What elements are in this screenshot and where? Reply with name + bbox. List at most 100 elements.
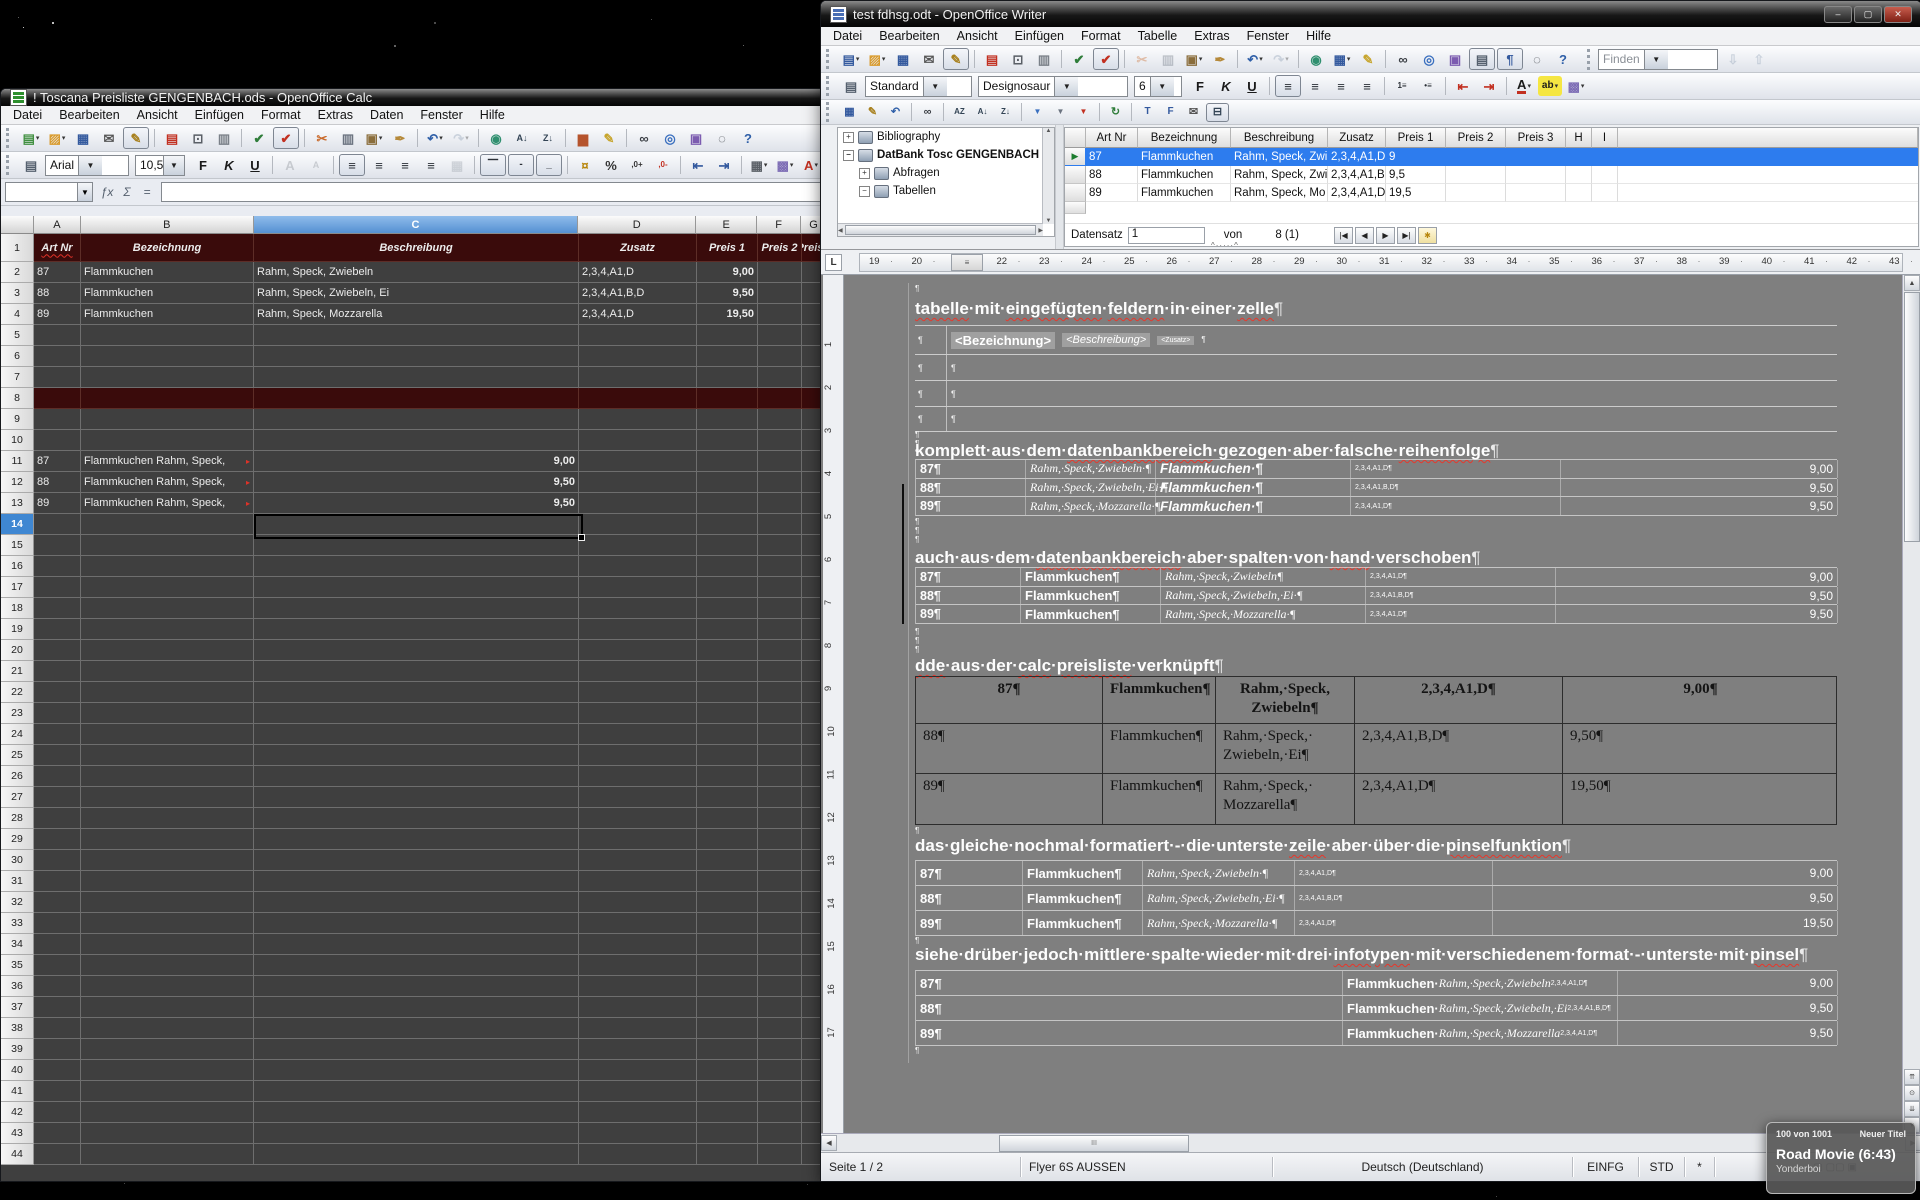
row-header-18[interactable]: 18 (1, 598, 34, 619)
cell[interactable] (697, 451, 758, 472)
cell[interactable] (758, 283, 802, 304)
find-record-icon[interactable]: ∞ (917, 104, 938, 121)
combo-arrow-icon[interactable]: ▼ (77, 183, 92, 201)
cell[interactable] (579, 325, 697, 346)
styles-icon[interactable]: ▤ (839, 76, 863, 96)
table-cell[interactable]: 89¶ (916, 605, 1021, 623)
bold-icon[interactable]: F (1188, 76, 1212, 96)
row-selector[interactable] (1065, 202, 1086, 214)
zoom-icon[interactable]: ◌ (1525, 49, 1549, 69)
table-cell[interactable]: Flammkuchen·Rahm,·Speck,·Zwiebeln2,3,4,A… (1343, 971, 1618, 995)
cell[interactable] (697, 409, 758, 430)
cell[interactable] (254, 556, 579, 577)
cell[interactable] (34, 997, 81, 1018)
tree-horizontal-scrollbar[interactable]: ◀▶ (838, 223, 1043, 236)
align-left-icon[interactable]: ≡ (339, 154, 365, 176)
cell[interactable] (579, 1060, 697, 1081)
cell[interactable] (81, 430, 254, 451)
grid-column-header[interactable]: Preis 3 (1506, 128, 1566, 148)
cell[interactable]: 88 (34, 472, 81, 493)
scroll-up-icon[interactable]: ▲ (1904, 275, 1920, 291)
number-format-percent-icon[interactable]: % (599, 155, 623, 175)
cell[interactable]: 9,00 (254, 451, 579, 472)
cell[interactable] (758, 934, 802, 955)
row-header-33[interactable]: 33 (1, 913, 34, 934)
table-cell[interactable]: Flammkuchen¶ (1021, 568, 1161, 586)
find-next-icon[interactable]: ⇩ (1721, 49, 1745, 69)
database-table[interactable]: 87¶Flammkuchen¶Rahm,·Speck,·Zwiebeln¶2,3… (915, 567, 1837, 624)
cell[interactable]: 9,50 (697, 283, 758, 304)
table-cell[interactable]: Flammkuchen·¶ (1156, 479, 1351, 497)
cell[interactable] (81, 976, 254, 997)
cell[interactable] (579, 808, 697, 829)
row-header-34[interactable]: 34 (1, 934, 34, 955)
cell[interactable]: 89 (34, 304, 81, 325)
cell[interactable] (254, 955, 579, 976)
find-replace-icon[interactable]: ∞ (1391, 49, 1415, 69)
formula-icon[interactable]: = (137, 183, 157, 201)
cell[interactable] (697, 808, 758, 829)
cell[interactable] (81, 661, 254, 682)
grid-row[interactable]: 88FlammkuchenRahm, Speck, Zwi2,3,4,A1,B,… (1065, 166, 1918, 184)
align-left-icon[interactable]: ≡ (1275, 75, 1301, 97)
row-selector[interactable]: ▶ (1065, 148, 1086, 166)
menu-extras[interactable]: Extras (1186, 27, 1237, 45)
background-color-icon[interactable]: ▩▾ (773, 155, 797, 175)
cell[interactable] (758, 1123, 802, 1144)
align-bottom-icon[interactable]: _ (536, 154, 562, 176)
next-page-icon[interactable]: ⇊ (1904, 1101, 1920, 1117)
tree-expander-icon[interactable]: − (859, 186, 870, 197)
previous-record-icon[interactable]: ◀ (1355, 227, 1374, 244)
table-cell[interactable]: Rahm,·Speck,·Zwiebeln,·Ei·¶ (1143, 886, 1295, 910)
column-header-F[interactable]: F (757, 216, 801, 234)
redo-icon[interactable]: ↷▾ (449, 128, 473, 148)
table-cell[interactable]: Rahm,·Speck,·Mozzarella·¶ (1026, 497, 1156, 515)
status-insert-mode[interactable]: EINFG (1573, 1157, 1639, 1177)
table-cell[interactable]: 2,3,4,A1,D¶ (1355, 677, 1563, 723)
cell[interactable] (34, 556, 81, 577)
open-icon[interactable]: ▨▾ (865, 49, 889, 69)
calc-titlebar[interactable]: ! Toscana Preisliste GENGENBACH.ods - Op… (1, 89, 827, 106)
cell[interactable] (579, 1144, 697, 1165)
cell[interactable] (697, 619, 758, 640)
cell[interactable]: Preis 2 (758, 234, 802, 262)
cell[interactable] (758, 493, 802, 514)
cell[interactable]: 2,3,4,A1,D (579, 262, 697, 283)
table-cell[interactable]: 2,3,4,A1,D¶ (1366, 605, 1556, 623)
cell[interactable] (758, 346, 802, 367)
cell[interactable]: 9,50 (254, 472, 579, 493)
data-sources-icon[interactable]: ▤ (1469, 48, 1495, 70)
cell[interactable] (34, 955, 81, 976)
cell[interactable] (758, 451, 802, 472)
page-preview-icon[interactable]: ▥ (1032, 49, 1056, 69)
cell[interactable] (579, 472, 697, 493)
cell[interactable] (254, 535, 579, 556)
row-header-7[interactable]: 7 (1, 367, 34, 388)
grid-row[interactable]: ▶87FlammkuchenRahm, Speck, Zwi2,3,4,A1,D… (1065, 148, 1918, 166)
browser-resize-handle[interactable]: ^·····^ (1211, 241, 1239, 250)
cell[interactable]: 9,50 (254, 493, 579, 514)
grid-cell[interactable] (1446, 166, 1506, 184)
cell[interactable]: 89 (34, 493, 81, 514)
align-center-icon[interactable]: ≡ (1303, 76, 1327, 96)
help-icon[interactable]: ? (736, 128, 760, 148)
cell[interactable] (34, 514, 81, 535)
table-cell[interactable]: Rahm,·Speck,· Mozzarella¶ (1216, 774, 1355, 824)
print-icon[interactable]: ⊡ (1006, 49, 1030, 69)
table-cell[interactable]: 2,3,4,A1,B,D¶ (1366, 587, 1556, 605)
align-top-icon[interactable]: ⎺ (480, 154, 506, 176)
table-cell[interactable]: Flammkuchen¶ (1103, 724, 1216, 773)
cell[interactable] (34, 829, 81, 850)
increase-indent-icon[interactable]: ⇥ (1477, 76, 1501, 96)
align-center-vertical-icon[interactable]: - (508, 154, 534, 176)
shrink-font-icon[interactable]: A (304, 155, 328, 175)
row-header-16[interactable]: 16 (1, 556, 34, 577)
cell[interactable] (758, 682, 802, 703)
table-cell[interactable]: 88¶ (916, 724, 1103, 773)
combo-arrow-icon[interactable]: ▼ (163, 156, 184, 175)
cell[interactable] (81, 808, 254, 829)
cell[interactable] (34, 724, 81, 745)
table-cell[interactable]: 2,3,4,A1,B,D¶ (1355, 724, 1563, 773)
email-icon[interactable]: ✉ (917, 49, 941, 69)
cell[interactable] (81, 1039, 254, 1060)
